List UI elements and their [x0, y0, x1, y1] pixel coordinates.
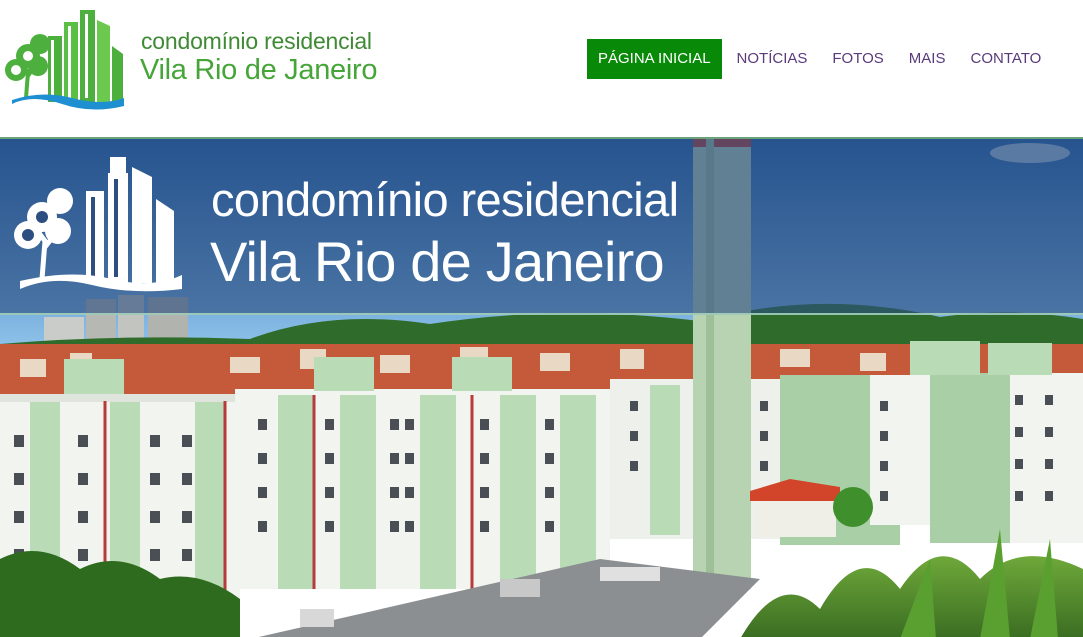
hero-title-band: condomínio residencial Vila Rio de Janei… — [0, 139, 1083, 315]
banner-buildings-tree-icon — [14, 157, 182, 292]
logo-buildings-tree-icon — [5, 10, 124, 110]
main-nav: PÁGINA INICIAL NOTÍCIAS FOTOS MAIS CONTA… — [587, 39, 1055, 79]
banner-title: Vila Rio de Janeiro — [210, 230, 665, 293]
nav-item-contato[interactable]: CONTATO — [959, 39, 1052, 79]
nav-item-mais[interactable]: MAIS — [898, 39, 957, 79]
hero-banner: condomínio residencial Vila Rio de Janei… — [0, 137, 1083, 637]
nav-item-noticias[interactable]: NOTÍCIAS — [726, 39, 819, 79]
site-header: condomínio residencial Vila Rio de Janei… — [0, 0, 1083, 137]
nav-item-fotos[interactable]: FOTOS — [821, 39, 894, 79]
site-logo[interactable]: condomínio residencial Vila Rio de Janei… — [0, 0, 400, 137]
logo-title: Vila Rio de Janeiro — [140, 54, 378, 86]
logo-subtitle: condomínio residencial — [141, 28, 372, 54]
banner-subtitle: condomínio residencial — [211, 173, 679, 226]
nav-item-pagina-inicial[interactable]: PÁGINA INICIAL — [587, 39, 722, 79]
